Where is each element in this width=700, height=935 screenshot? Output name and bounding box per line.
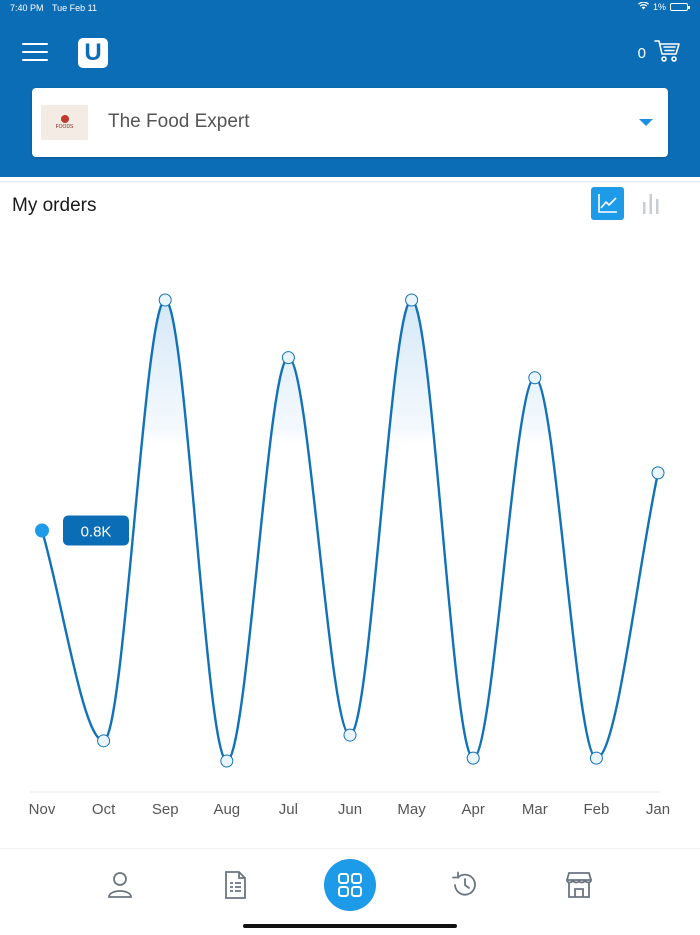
data-point[interactable] [466, 751, 480, 765]
x-tick-label: Oct [92, 801, 116, 818]
x-tick-label: May [397, 801, 426, 818]
cart-icon [654, 39, 680, 68]
app-logo: U [78, 38, 108, 68]
line-chart-icon [598, 194, 617, 213]
data-point[interactable] [35, 523, 49, 538]
data-point[interactable] [651, 466, 665, 480]
store-icon[interactable] [563, 869, 595, 901]
status-date: Tue Feb 11 [52, 3, 98, 13]
x-tick-label: Feb [583, 801, 609, 818]
status-right: 1% [637, 1, 690, 12]
data-point[interactable] [528, 371, 542, 385]
x-tick-label: Nov [29, 801, 56, 818]
store-logo: FOODS [41, 105, 88, 140]
battery-icon [670, 3, 690, 11]
profile-icon[interactable] [104, 869, 136, 901]
x-tick-label: Mar [522, 801, 548, 818]
x-tick-label: Aug [213, 801, 240, 818]
wifi-icon [637, 1, 649, 12]
cart-button[interactable]: 0 [638, 39, 680, 68]
battery-percent: 1% [652, 2, 666, 12]
tooltip-label: 0.8K [81, 524, 112, 541]
x-tick-label: Sep [152, 801, 179, 818]
orders-line-chart: Nov Oct Sep Aug Jul Jun May Apr Mar Feb Jan 0.8K [29, 293, 670, 818]
chevron-down-icon [639, 119, 653, 126]
status-bar: 7:40 PM Tue Feb 11 1% [0, 0, 700, 17]
history-icon[interactable] [449, 869, 481, 901]
data-point[interactable] [343, 728, 357, 742]
home-indicator [243, 924, 457, 928]
invoice-icon[interactable] [219, 869, 251, 901]
data-point[interactable] [405, 293, 419, 307]
data-point[interactable] [158, 293, 172, 307]
data-point[interactable] [97, 734, 111, 748]
bar-chart-toggle[interactable] [636, 188, 666, 220]
store-name: The Food Expert [108, 111, 250, 132]
x-tick-label: Jun [338, 801, 362, 818]
x-tick-label: Apr [462, 801, 485, 818]
data-point[interactable] [220, 754, 234, 768]
divider [0, 181, 700, 183]
bar-chart-icon [643, 194, 659, 214]
status-time: 7:40 PM [10, 3, 44, 13]
cart-count: 0 [637, 45, 646, 62]
hamburger-menu-icon[interactable] [22, 43, 48, 63]
x-tick-label: Jan [646, 801, 670, 818]
app-header: U 0 FOODS The Food Expert [0, 17, 700, 177]
dashboard-button[interactable] [324, 859, 376, 911]
dashboard-icon [338, 873, 362, 897]
x-tick-label: Jul [279, 801, 298, 818]
data-point[interactable] [281, 351, 295, 365]
section-title: My orders [12, 195, 97, 216]
store-selector[interactable]: FOODS The Food Expert [32, 88, 668, 157]
data-point[interactable] [589, 751, 603, 765]
line-chart-toggle[interactable] [591, 187, 624, 220]
bottom-nav [0, 848, 700, 935]
